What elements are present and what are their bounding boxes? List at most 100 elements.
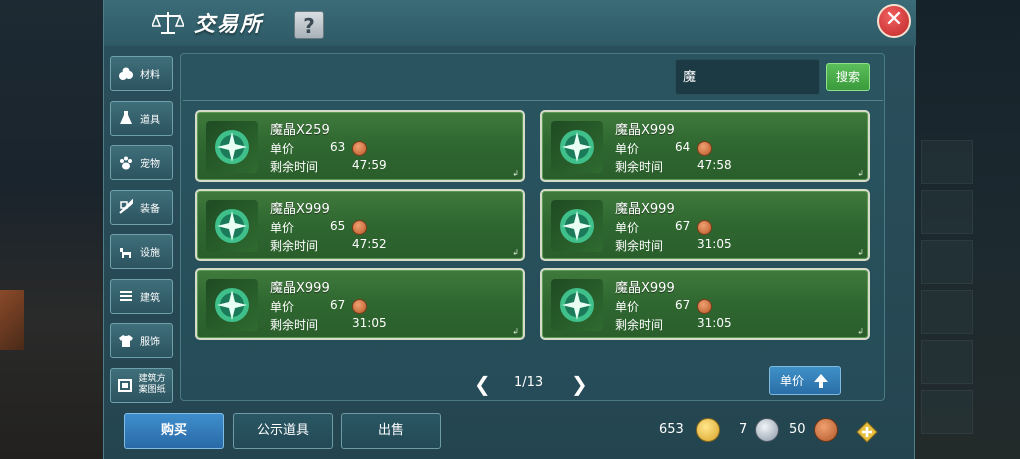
paw-icon [117, 154, 135, 172]
shirt-icon [117, 332, 135, 350]
copper-amount: 50 [789, 422, 806, 437]
page-indicator: 1/13 [514, 375, 544, 390]
silver-coin-icon [755, 418, 779, 442]
copper-coin-icon [697, 220, 712, 235]
buy-button[interactable]: 购买 [124, 413, 224, 449]
tab-label: 建筑 [140, 292, 160, 304]
tab-items[interactable]: 道具 [110, 100, 173, 136]
magic-crystal-icon [551, 121, 603, 173]
price-value: 67 [675, 298, 691, 312]
listing-card[interactable]: 魔晶X999 单价 65 剩余时间 47:52 ↲ [195, 189, 525, 261]
price-value: 64 [675, 140, 691, 154]
tab-clothing[interactable]: 服饰 [110, 323, 173, 358]
time-value: 31:05 [697, 237, 732, 251]
materials-icon [117, 65, 135, 83]
scenery-tile [921, 290, 973, 334]
scenery-tile [921, 140, 973, 184]
search-input[interactable]: 魔 [675, 59, 820, 95]
price-label: 单价 [615, 300, 640, 314]
listing-name: 魔晶X259 [270, 123, 330, 138]
corner-mark-icon: ↲ [512, 169, 519, 178]
animal-icon [117, 243, 135, 261]
tab-label: 设施 [140, 248, 160, 259]
scenery-tile [921, 390, 973, 434]
time-value: 47:59 [352, 158, 387, 172]
time-value: 47:58 [697, 158, 732, 172]
price-label: 单价 [615, 221, 640, 235]
listing-card[interactable]: 魔晶X999 单价 67 剩余时间 31:05 ↲ [195, 268, 525, 340]
sell-button[interactable]: 出售 [341, 413, 441, 449]
building-icon [117, 287, 135, 305]
price-label: 单价 [270, 142, 295, 156]
listing-card[interactable]: 魔晶X999 单价 67 剩余时间 31:05 ↲ [540, 268, 870, 340]
silver-amount: 7 [739, 422, 748, 437]
listing-name: 魔晶X999 [270, 281, 330, 296]
prev-page-button[interactable]: ❮ [474, 372, 491, 396]
tab-label: 道具 [140, 114, 160, 126]
corner-mark-icon: ↲ [857, 169, 864, 178]
copper-coin-icon [697, 299, 712, 314]
tab-label: 宠物 [140, 159, 160, 170]
category-tabs: 材料 道具 宠物 装备 设施 建筑 服饰 建筑方案图纸 [110, 56, 174, 412]
search-button[interactable]: 搜索 [826, 63, 870, 91]
scenery-tile [921, 240, 973, 284]
blueprint-icon [117, 376, 134, 394]
time-value: 47:52 [352, 237, 387, 251]
listing-card[interactable]: 魔晶X999 单价 67 剩余时间 31:05 ↲ [540, 189, 870, 261]
sort-by-price-button[interactable]: 单价 [769, 366, 841, 395]
copper-coin-icon [352, 220, 367, 235]
add-currency-icon[interactable] [856, 421, 878, 443]
time-label: 剩余时间 [615, 239, 664, 253]
tab-buildings[interactable]: 建筑 [110, 278, 173, 314]
corner-mark-icon: ↲ [512, 327, 519, 336]
scenery-tile [921, 190, 973, 234]
magic-crystal-icon [206, 200, 258, 252]
sort-up-icon [814, 373, 829, 388]
copper-coin-icon [352, 299, 367, 314]
scales-icon [152, 12, 184, 34]
gold-coin-icon [696, 418, 720, 442]
tab-label: 建筑方案图纸 [138, 374, 166, 395]
time-label: 剩余时间 [270, 160, 319, 174]
copper-coin-icon [814, 418, 838, 442]
price-label: 单价 [270, 300, 295, 314]
price-value: 63 [330, 140, 346, 154]
magic-crystal-icon [551, 279, 603, 331]
magic-crystal-icon [206, 121, 258, 173]
time-label: 剩余时间 [615, 318, 664, 332]
tab-equipment[interactable]: 装备 [110, 189, 173, 225]
tab-label: 材料 [140, 70, 160, 81]
tab-label: 服饰 [140, 337, 160, 348]
copper-coin-icon [352, 141, 367, 156]
copper-coin-icon [697, 141, 712, 156]
time-label: 剩余时间 [270, 318, 319, 332]
sort-label: 单价 [780, 374, 805, 388]
listing-name: 魔晶X999 [270, 202, 330, 217]
listing-card[interactable]: 魔晶X259 单价 63 剩余时间 47:59 ↲ [195, 110, 525, 182]
public-items-button[interactable]: 公示道具 [233, 413, 333, 449]
listing-name: 魔晶X999 [615, 202, 675, 217]
price-value: 67 [330, 298, 346, 312]
price-value: 67 [675, 219, 691, 233]
listing-name: 魔晶X999 [615, 281, 675, 296]
time-label: 剩余时间 [615, 160, 664, 174]
window-title: 交易所 [194, 12, 263, 36]
listing-card[interactable]: 魔晶X999 单价 64 剩余时间 47:58 ↲ [540, 110, 870, 182]
help-button[interactable]: ? [294, 11, 324, 39]
time-value: 31:05 [352, 316, 387, 330]
tab-materials[interactable]: 材料 [110, 56, 173, 91]
price-label: 单价 [615, 142, 640, 156]
tab-blueprints[interactable]: 建筑方案图纸 [110, 367, 173, 403]
window-header: 交易所 ? [104, 0, 916, 46]
price-label: 单价 [270, 221, 295, 235]
next-page-button[interactable]: ❯ [571, 372, 588, 396]
scenery-tile [921, 340, 973, 384]
listing-name: 魔晶X999 [615, 123, 675, 138]
divider [183, 100, 883, 101]
close-button[interactable]: ✕ [877, 4, 911, 38]
tab-pets[interactable]: 宠物 [110, 145, 173, 180]
magic-crystal-icon [551, 200, 603, 252]
sword-icon [117, 198, 135, 216]
corner-mark-icon: ↲ [857, 327, 864, 336]
tab-facilities[interactable]: 设施 [110, 234, 173, 269]
